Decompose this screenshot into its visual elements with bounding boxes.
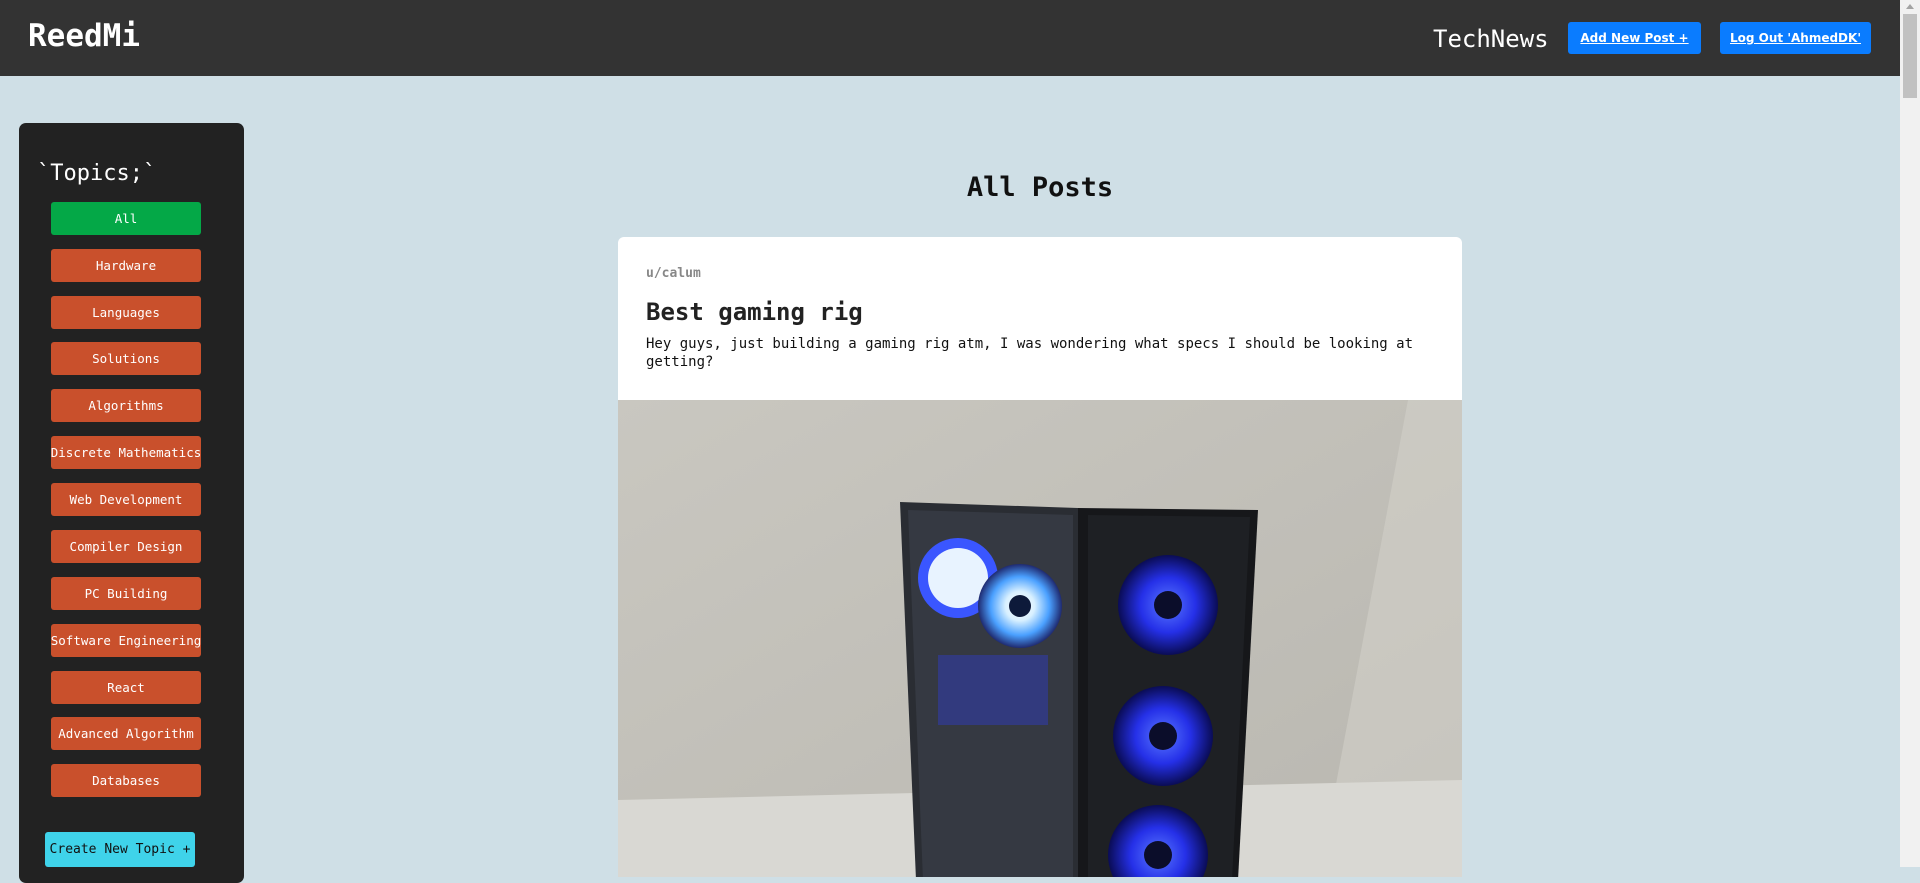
post-author[interactable]: u/calum <box>646 266 701 281</box>
topic-button-algorithms[interactable]: Algorithms <box>51 389 201 422</box>
scroll-thumb[interactable] <box>1903 14 1917 98</box>
topic-button-solutions[interactable]: Solutions <box>51 342 201 375</box>
topic-button-web-development[interactable]: Web Development <box>51 483 201 516</box>
site-name: TechNews <box>1433 25 1549 53</box>
topic-button-advanced-algorithm[interactable]: Advanced Algorithm <box>51 717 201 750</box>
add-new-post-button[interactable]: Add New Post + <box>1568 22 1701 54</box>
topic-button-languages[interactable]: Languages <box>51 296 201 329</box>
topic-button-databases[interactable]: Databases <box>51 764 201 797</box>
topic-button-hardware[interactable]: Hardware <box>51 249 201 282</box>
page-title: All Posts <box>966 172 1114 203</box>
post-body: Hey guys, just building a gaming rig atm… <box>646 336 1414 370</box>
top-navbar: ReedMi TechNews Add New Post + Log Out '… <box>0 0 1900 76</box>
brand-logo[interactable]: ReedMi <box>28 18 140 54</box>
scroll-up-arrow-icon[interactable] <box>1906 4 1914 9</box>
page-scrollbar[interactable] <box>1900 0 1920 867</box>
topic-button-react[interactable]: React <box>51 671 201 704</box>
topic-button-all[interactable]: All <box>51 202 201 235</box>
topics-sidebar: `Topics;` All Hardware Languages Solutio… <box>19 123 244 883</box>
post-card[interactable]: u/calum Best gaming rig Hey guys, just b… <box>618 237 1462 877</box>
create-new-topic-button[interactable]: Create New Topic + <box>45 832 195 867</box>
post-image <box>618 400 1462 877</box>
post-title[interactable]: Best gaming rig <box>646 298 863 326</box>
topic-button-software-engineering[interactable]: Software Engineering <box>51 624 201 657</box>
topic-button-compiler-design[interactable]: Compiler Design <box>51 530 201 563</box>
topics-title: `Topics;` <box>37 161 157 186</box>
topic-button-pc-building[interactable]: PC Building <box>51 577 201 610</box>
topic-button-discrete-mathematics[interactable]: Discrete Mathematics <box>51 436 201 469</box>
log-out-button[interactable]: Log Out 'AhmedDK' <box>1720 22 1871 54</box>
